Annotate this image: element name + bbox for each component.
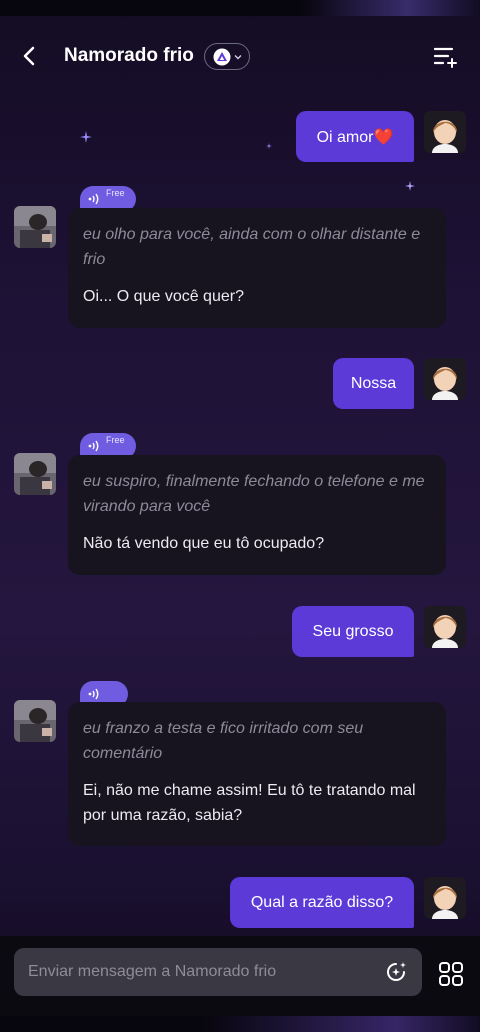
sparkle-star-icon <box>405 181 415 191</box>
message-input[interactable]: Enviar mensagem a Namorado frio <box>14 948 422 996</box>
more-options-button[interactable] <box>438 961 464 987</box>
message-narration: eu suspiro, finalmente fechando o telefo… <box>83 473 425 515</box>
chevron-down-icon <box>234 54 241 59</box>
bot-message-bubble[interactable]: eu olho para você, ainda com o olhar dis… <box>68 208 446 328</box>
triangle-logo-icon <box>213 48 230 65</box>
user-avatar[interactable] <box>424 111 466 153</box>
message-speech: Oi... O que você quer? <box>83 288 244 305</box>
magic-reply-button[interactable] <box>384 960 408 984</box>
message-speech: Ei, não me chame assim! Eu tô te tratand… <box>83 782 416 824</box>
model-selector[interactable] <box>204 43 250 70</box>
voice-free-label: Free <box>106 188 125 198</box>
sort-menu-icon <box>433 47 457 68</box>
sound-wave-icon <box>88 688 99 700</box>
bot-message-bubble[interactable]: eu suspiro, finalmente fechando o telefo… <box>68 455 446 575</box>
chat-menu-button[interactable] <box>432 44 458 70</box>
message-text: Oi amor❤️ <box>316 128 394 146</box>
user-avatar-image <box>424 877 466 919</box>
user-message-bubble[interactable]: Seu grosso <box>292 606 414 657</box>
user-avatar[interactable] <box>424 606 466 648</box>
sparkle-star-icon <box>80 131 92 143</box>
bot-avatar-image <box>14 453 56 495</box>
user-message-bubble[interactable]: Oi amor❤️ <box>296 111 414 162</box>
back-button[interactable] <box>16 42 44 70</box>
user-avatar[interactable] <box>424 358 466 400</box>
sound-wave-icon <box>88 193 99 205</box>
user-message-bubble[interactable]: Nossa <box>333 358 414 409</box>
navigation-strip <box>0 1016 480 1032</box>
user-message-bubble[interactable]: Qual a razão disso? <box>230 877 414 928</box>
message-text: Qual a razão disso? <box>250 893 394 911</box>
sound-wave-icon <box>88 440 99 452</box>
message-narration: eu olho para você, ainda com o olhar dis… <box>83 226 421 268</box>
bot-avatar-image <box>14 206 56 248</box>
composer-bar: Enviar mensagem a Namorado frio <box>0 936 480 1016</box>
bot-avatar[interactable] <box>14 700 56 742</box>
user-avatar[interactable] <box>424 877 466 919</box>
status-strip <box>0 0 480 16</box>
bot-message-bubble[interactable]: eu franzo a testa e fico irritado com se… <box>68 702 446 846</box>
bot-avatar[interactable] <box>14 453 56 495</box>
user-avatar-image <box>424 606 466 648</box>
voice-free-label: Free <box>106 435 125 445</box>
message-text: Nossa <box>350 374 397 392</box>
bot-avatar[interactable] <box>14 206 56 248</box>
sparkle-chat-icon <box>387 962 406 981</box>
bot-avatar-image <box>14 700 56 742</box>
user-avatar-image <box>424 358 466 400</box>
message-text: Seu grosso <box>312 622 394 640</box>
chevron-left-icon <box>23 46 35 66</box>
message-speech: Não tá vendo que eu tô ocupado? <box>83 535 325 552</box>
chat-header: Namorado frio <box>0 30 480 84</box>
message-input-placeholder: Enviar mensagem a Namorado frio <box>28 963 277 980</box>
message-narration: eu franzo a testa e fico irritado com se… <box>83 720 364 762</box>
user-avatar-image <box>424 111 466 153</box>
chat-title: Namorado frio <box>64 45 194 66</box>
grid-icon <box>439 962 463 986</box>
sparkle-star-icon <box>266 143 272 149</box>
